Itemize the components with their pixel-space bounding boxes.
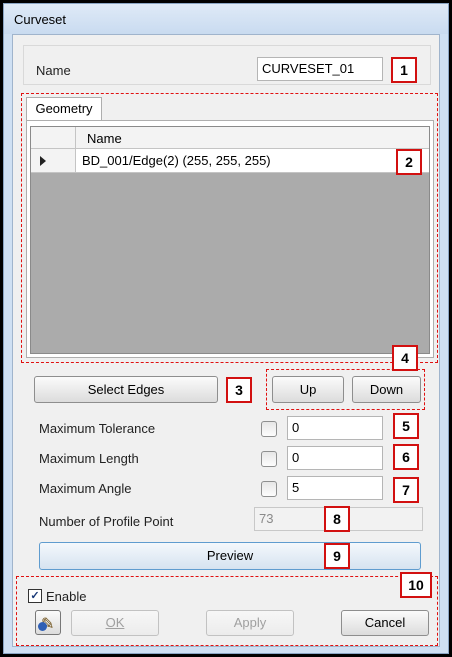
callout-9: 9 <box>324 543 350 569</box>
callout-3: 3 <box>226 377 252 403</box>
max-angle-label: Maximum Angle <box>39 481 132 496</box>
max-tolerance-label: Maximum Tolerance <box>39 421 156 436</box>
edges-grid[interactable]: Name BD_001/Edge(2) (255, 255, 255) <box>30 126 430 354</box>
enable-label: Enable <box>46 589 87 604</box>
callout-10: 10 <box>400 572 432 598</box>
cancel-button-label: Cancel <box>364 615 406 630</box>
select-edges-button[interactable]: Select Edges <box>34 376 218 403</box>
callout-1: 1 <box>391 57 417 83</box>
max-length-input[interactable]: 0 <box>287 446 383 470</box>
callout-2: 2 <box>396 149 422 175</box>
up-button[interactable]: Up <box>272 376 344 403</box>
pick-cursor-icon <box>38 622 47 631</box>
grid-header-row: Name <box>31 127 429 149</box>
grid-cell-name[interactable]: BD_001/Edge(2) (255, 255, 255) <box>82 153 271 168</box>
ok-button: OK <box>71 610 159 636</box>
apply-button-label: Apply <box>233 615 267 630</box>
tab-geometry[interactable]: Geometry <box>26 97 102 121</box>
down-button[interactable]: Down <box>352 376 421 403</box>
callout-4: 4 <box>392 345 418 371</box>
name-input[interactable]: CURVESET_01 <box>257 57 383 81</box>
grid-column-header-name[interactable]: Name <box>87 131 122 146</box>
enable-checkbox[interactable]: ✓ <box>28 589 42 603</box>
title-bar[interactable]: Curveset <box>4 4 448 34</box>
pick-tool-button[interactable]: ✎ <box>35 610 61 635</box>
callout-6: 6 <box>393 444 419 470</box>
profile-points-label: Number of Profile Point <box>39 514 174 529</box>
max-angle-checkbox[interactable] <box>261 481 277 497</box>
max-angle-input[interactable]: 5 <box>287 476 383 500</box>
apply-button: Apply <box>206 610 294 636</box>
preview-button[interactable]: Preview <box>39 542 421 570</box>
grid-row[interactable]: BD_001/Edge(2) (255, 255, 255) <box>31 149 429 173</box>
grid-corner-cell <box>31 127 76 148</box>
max-tolerance-checkbox[interactable] <box>261 421 277 437</box>
cancel-button[interactable]: Cancel <box>341 610 429 636</box>
dialog-window: Curveset Name CURVESET_01 1 Geometry Nam… <box>3 3 449 654</box>
max-tolerance-input[interactable]: 0 <box>287 416 383 440</box>
max-length-checkbox[interactable] <box>261 451 277 467</box>
ok-button-label: OK <box>105 615 125 630</box>
dialog-client-area: Name CURVESET_01 1 Geometry Name BD_001/… <box>12 34 440 647</box>
window-title: Curveset <box>14 12 67 27</box>
current-row-arrow-icon <box>40 156 46 166</box>
row-header-cell <box>31 149 76 172</box>
screenshot-frame: Curveset Name CURVESET_01 1 Geometry Nam… <box>0 0 452 657</box>
tab-geometry-label: Geometry <box>35 101 93 116</box>
name-label: Name <box>36 63 71 78</box>
callout-5: 5 <box>393 413 419 439</box>
callout-8: 8 <box>324 506 350 532</box>
callout-7: 7 <box>393 477 419 503</box>
max-length-label: Maximum Length <box>39 451 139 466</box>
